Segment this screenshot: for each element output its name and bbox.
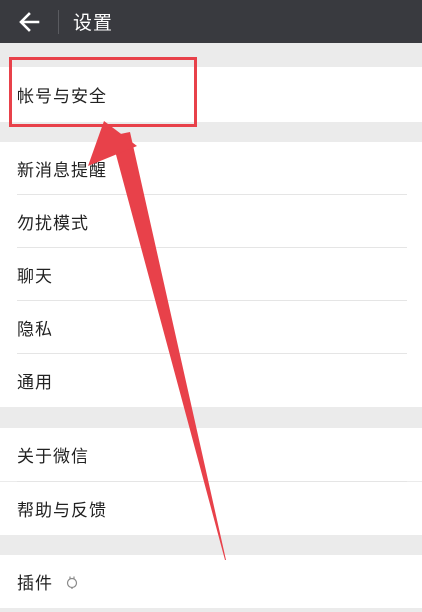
settings-item-general[interactable]: 通用 <box>0 354 422 407</box>
settings-item-new-message-alerts[interactable]: 新消息提醒 <box>0 142 422 195</box>
settings-item-label: 隐私 <box>17 320 53 340</box>
settings-item-label: 新消息提醒 <box>17 161 107 181</box>
header-divider <box>58 9 59 34</box>
settings-item-account-security[interactable]: 帐号与安全 <box>0 67 422 122</box>
top-bar: 设置 <box>0 0 422 43</box>
settings-item-plugins[interactable]: 插件 <box>0 555 422 608</box>
settings-item-label: 关于微信 <box>17 447 89 467</box>
settings-item-label: 勿扰模式 <box>17 214 89 234</box>
settings-item-privacy[interactable]: 隐私 <box>0 301 422 354</box>
back-button[interactable] <box>0 0 58 43</box>
settings-item-label: 帐号与安全 <box>17 87 107 107</box>
settings-item-label: 通用 <box>17 373 53 393</box>
page-title: 设置 <box>73 12 114 34</box>
arrow-left-icon <box>19 11 40 32</box>
settings-item-label: 聊天 <box>17 267 53 287</box>
plugin-icon <box>65 575 79 589</box>
settings-item-help-feedback[interactable]: 帮助与反馈 <box>0 482 422 535</box>
settings-item-about-wechat[interactable]: 关于微信 <box>0 428 422 481</box>
settings-item-chat[interactable]: 聊天 <box>0 248 422 301</box>
settings-item-label: 插件 <box>17 574 53 594</box>
settings-item-label: 帮助与反馈 <box>17 501 107 521</box>
settings-item-do-not-disturb[interactable]: 勿扰模式 <box>0 195 422 248</box>
